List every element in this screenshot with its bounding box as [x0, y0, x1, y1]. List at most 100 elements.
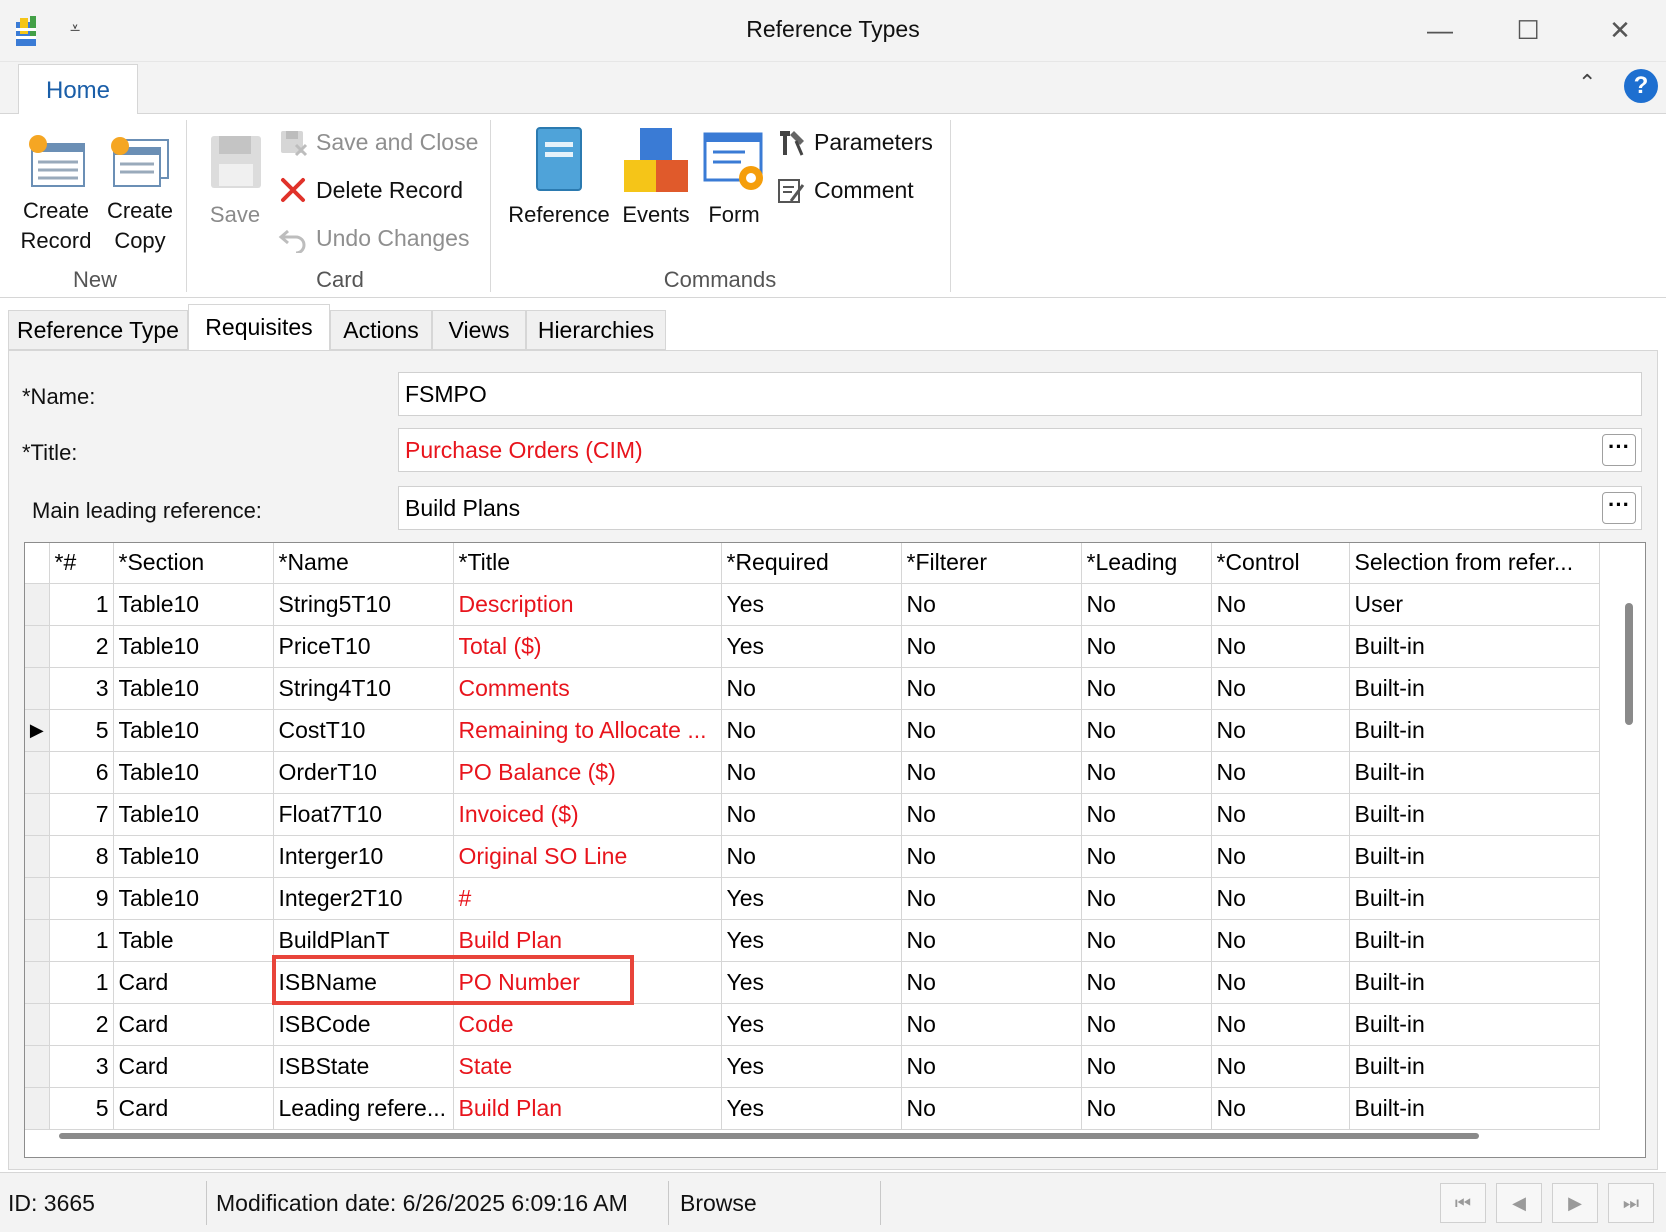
cell-number[interactable]: 6 [49, 751, 114, 794]
cell-selection[interactable]: Built-in [1349, 1087, 1600, 1130]
cell-title[interactable]: PO Balance ($) [453, 751, 722, 794]
cell-number[interactable]: 3 [49, 1045, 114, 1088]
cell-leading[interactable]: No [1081, 877, 1212, 920]
cell-required[interactable]: No [721, 709, 902, 752]
maximize-button[interactable]: ☐ [1498, 10, 1558, 50]
create-copy-button[interactable]: Create Copy [100, 132, 180, 256]
cell-number[interactable]: 1 [49, 583, 114, 626]
horizontal-scrollbar[interactable] [59, 1133, 1479, 1139]
row-selector[interactable] [25, 625, 50, 668]
cell-number[interactable]: 5 [49, 709, 114, 752]
parameters-button[interactable]: Parameters [776, 122, 933, 162]
cell-leading[interactable]: No [1081, 709, 1212, 752]
cell-name[interactable]: Float7T10 [273, 793, 454, 836]
cell-section[interactable]: Card [113, 1045, 274, 1088]
cell-selection[interactable]: Built-in [1349, 709, 1600, 752]
cell-filterer[interactable]: No [901, 835, 1082, 878]
cell-filterer[interactable]: No [901, 961, 1082, 1004]
row-selector[interactable] [25, 877, 50, 920]
row-selector[interactable] [25, 751, 50, 794]
cell-control[interactable]: No [1211, 625, 1350, 668]
column-header-section[interactable]: *Section [113, 543, 274, 584]
tab-reference-type[interactable]: Reference Type [8, 310, 188, 350]
row-selector[interactable] [25, 1087, 50, 1130]
cell-filterer[interactable]: No [901, 1087, 1082, 1130]
cell-selection[interactable]: Built-in [1349, 835, 1600, 878]
vertical-scrollbar[interactable] [1625, 603, 1633, 725]
cell-number[interactable]: 1 [49, 961, 114, 1004]
row-selector[interactable] [25, 793, 50, 836]
title-field[interactable]: Purchase Orders (CIM) [398, 428, 1642, 472]
cell-required[interactable]: Yes [721, 877, 902, 920]
cell-required[interactable]: No [721, 793, 902, 836]
row-selector[interactable] [25, 1045, 50, 1088]
cell-selection[interactable]: Built-in [1349, 625, 1600, 668]
cell-required[interactable]: Yes [721, 919, 902, 962]
cell-required[interactable]: Yes [721, 1003, 902, 1046]
cell-leading[interactable]: No [1081, 961, 1212, 1004]
cell-filterer[interactable]: No [901, 877, 1082, 920]
cell-name[interactable]: OrderT10 [273, 751, 454, 794]
cell-selection[interactable]: User [1349, 583, 1600, 626]
cell-title[interactable]: Original SO Line [453, 835, 722, 878]
cell-name[interactable]: PriceT10 [273, 625, 454, 668]
undo-changes-button[interactable]: Undo Changes [278, 218, 469, 258]
cell-section[interactable]: Card [113, 1003, 274, 1046]
cell-number[interactable]: 8 [49, 835, 114, 878]
column-header-leading[interactable]: *Leading [1081, 543, 1212, 584]
cell-leading[interactable]: No [1081, 1045, 1212, 1088]
cell-selection[interactable]: Built-in [1349, 1045, 1600, 1088]
cell-section[interactable]: Table10 [113, 835, 274, 878]
table-row[interactable]: 6 Table10 OrderT10 PO Balance ($) No No No No Bu… [25, 751, 1600, 794]
cell-control[interactable]: No [1211, 793, 1350, 836]
cell-name[interactable]: ISBState [273, 1045, 454, 1088]
cell-section[interactable]: Table10 [113, 583, 274, 626]
cell-section[interactable]: Table10 [113, 709, 274, 752]
cell-required[interactable]: No [721, 751, 902, 794]
previous-record-icon[interactable]: ◀ [1496, 1183, 1542, 1223]
cell-section[interactable]: Table10 [113, 667, 274, 710]
row-selector[interactable]: ▶ [25, 709, 50, 752]
cell-title[interactable]: Code [453, 1003, 722, 1046]
comment-button[interactable]: Comment [776, 170, 914, 210]
cell-filterer[interactable]: No [901, 1045, 1082, 1088]
table-row[interactable]: 2 Card ISBCode Code Yes No No No Built-in [25, 1003, 1600, 1046]
cell-leading[interactable]: No [1081, 667, 1212, 710]
cell-required[interactable]: Yes [721, 961, 902, 1004]
cell-number[interactable]: 1 [49, 919, 114, 962]
cell-selection[interactable]: Built-in [1349, 1003, 1600, 1046]
column-header-number[interactable]: *# [49, 543, 114, 584]
cell-number[interactable]: 5 [49, 1087, 114, 1130]
column-header-selection[interactable]: Selection from refer... [1349, 543, 1600, 584]
table-row[interactable]: 5 Card Leading refere... Build Plan Yes No No N… [25, 1087, 1600, 1130]
cell-required[interactable]: Yes [721, 1045, 902, 1088]
cell-number[interactable]: 2 [49, 625, 114, 668]
next-record-icon[interactable]: ▶ [1552, 1183, 1598, 1223]
cell-number[interactable]: 2 [49, 1003, 114, 1046]
cell-control[interactable]: No [1211, 709, 1350, 752]
tab-requisites[interactable]: Requisites [188, 304, 330, 352]
cell-control[interactable]: No [1211, 877, 1350, 920]
table-row[interactable]: 3 Table10 String4T10 Comments No No No No Built-… [25, 667, 1600, 710]
table-row[interactable]: ▶ 5 Table10 CostT10 Remaining to Allocate ..… [25, 709, 1600, 752]
cell-selection[interactable]: Built-in [1349, 961, 1600, 1004]
cell-section[interactable]: Table10 [113, 625, 274, 668]
cell-title[interactable]: Build Plan [453, 1087, 722, 1130]
cell-number[interactable]: 9 [49, 877, 114, 920]
table-row[interactable]: 1 Table10 String5T10 Description Yes No No No Us… [25, 583, 1600, 626]
cell-name[interactable]: Integer2T10 [273, 877, 454, 920]
cell-title[interactable]: Remaining to Allocate ... [453, 709, 722, 752]
cell-section[interactable]: Table10 [113, 751, 274, 794]
cell-control[interactable]: No [1211, 667, 1350, 710]
collapse-ribbon-icon[interactable]: ⌃ [1578, 70, 1596, 96]
cell-title[interactable]: Total ($) [453, 625, 722, 668]
save-button[interactable]: Save [196, 124, 274, 230]
save-and-close-button[interactable]: Save and Close [278, 122, 478, 162]
help-icon[interactable]: ? [1624, 69, 1658, 103]
cell-filterer[interactable]: No [901, 667, 1082, 710]
table-row[interactable]: 9 Table10 Integer2T10 # Yes No No No Built-in [25, 877, 1600, 920]
name-field[interactable]: FSMPO [398, 372, 1642, 416]
column-header-filterer[interactable]: *Filterer [901, 543, 1082, 584]
cell-selection[interactable]: Built-in [1349, 877, 1600, 920]
cell-name[interactable]: String5T10 [273, 583, 454, 626]
